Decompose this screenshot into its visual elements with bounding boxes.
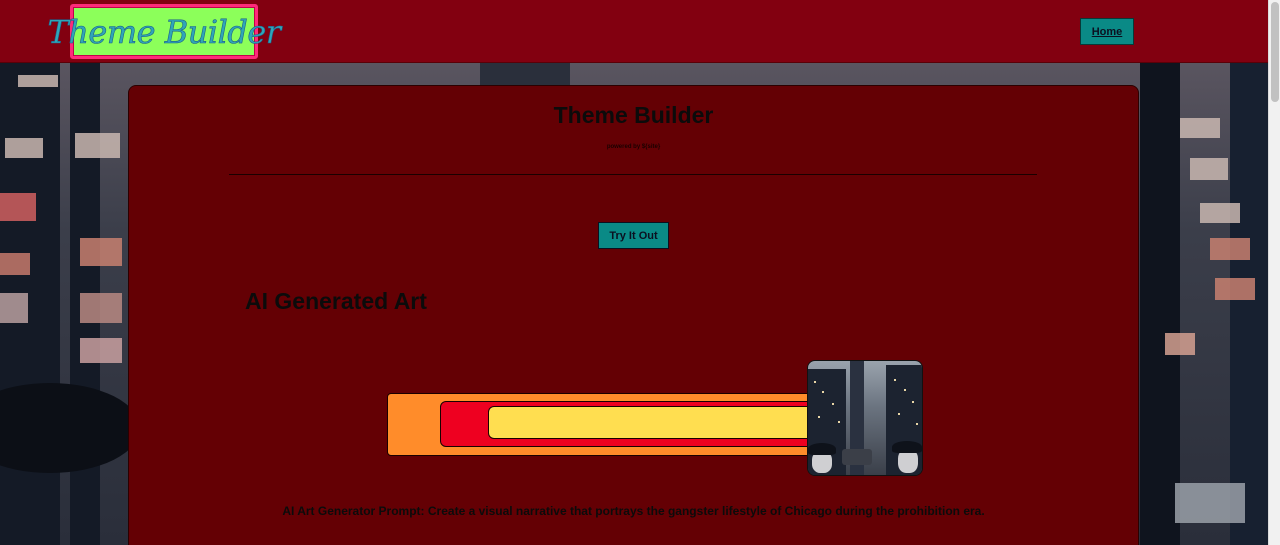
page-scrollbar[interactable] xyxy=(1268,0,1280,545)
art-prompt-caption: AI Art Generator Prompt: Create a visual… xyxy=(282,504,985,518)
section-heading: AI Generated Art xyxy=(245,288,427,314)
content-card: Theme Builder powered by ${site} Try It … xyxy=(128,85,1139,545)
divider xyxy=(229,174,1037,175)
top-navbar: Theme Builder Home xyxy=(0,0,1268,63)
site-logo[interactable]: Theme Builder xyxy=(47,4,281,59)
ai-art-image[interactable] xyxy=(807,360,923,476)
yellow-color-swatch xyxy=(488,406,828,439)
logo-text: Theme Builder xyxy=(47,12,281,51)
scrollbar-thumb[interactable] xyxy=(1271,2,1279,102)
page-title: Theme Builder xyxy=(553,102,714,128)
powered-by-text: powered by ${site} xyxy=(606,144,661,150)
try-it-out-button[interactable]: Try It Out xyxy=(598,222,669,249)
home-button[interactable]: Home xyxy=(1080,18,1134,45)
